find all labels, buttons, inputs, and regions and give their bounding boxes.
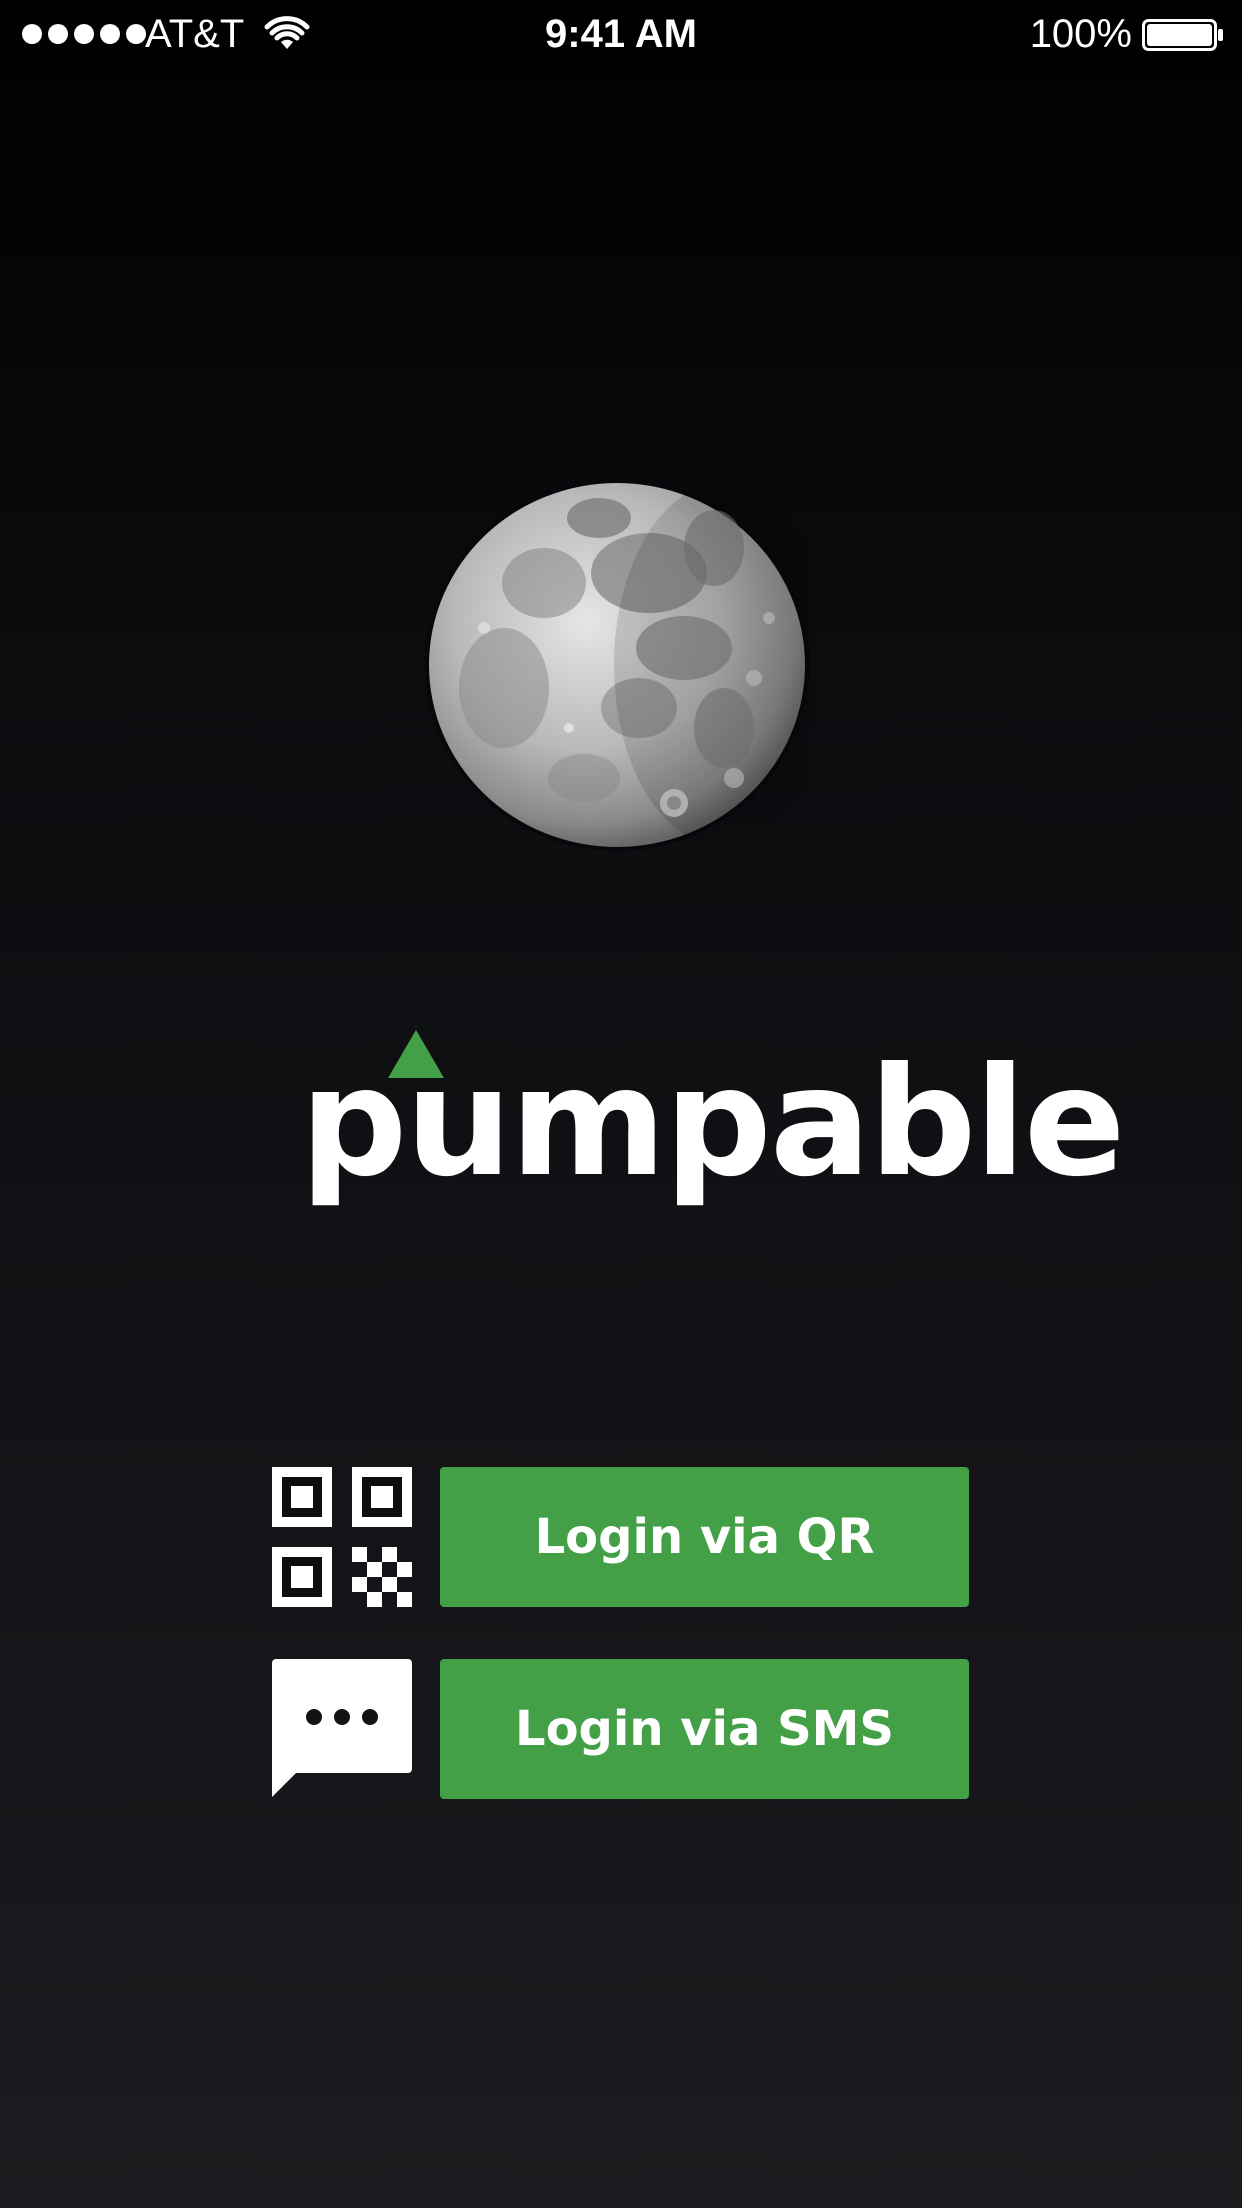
chat-bubble-icon[interactable] — [272, 1659, 412, 1799]
logo-wordmark: pumpable — [300, 1036, 1126, 1210]
login-qr-row: Login via QR — [272, 1467, 970, 1607]
pumpable-logo: pumpable — [280, 1020, 1126, 1200]
moon-image — [424, 478, 810, 852]
battery-percentage: 100% — [1029, 12, 1132, 56]
status-bar: AT&T 9:41 AM 100% — [0, 0, 1242, 70]
battery-icon — [1142, 19, 1223, 51]
qr-code-icon[interactable] — [272, 1467, 412, 1607]
login-sms-button[interactable]: Login via SMS — [440, 1659, 969, 1799]
login-qr-button[interactable]: Login via QR — [440, 1467, 969, 1607]
login-sms-row: Login via SMS — [272, 1659, 970, 1799]
